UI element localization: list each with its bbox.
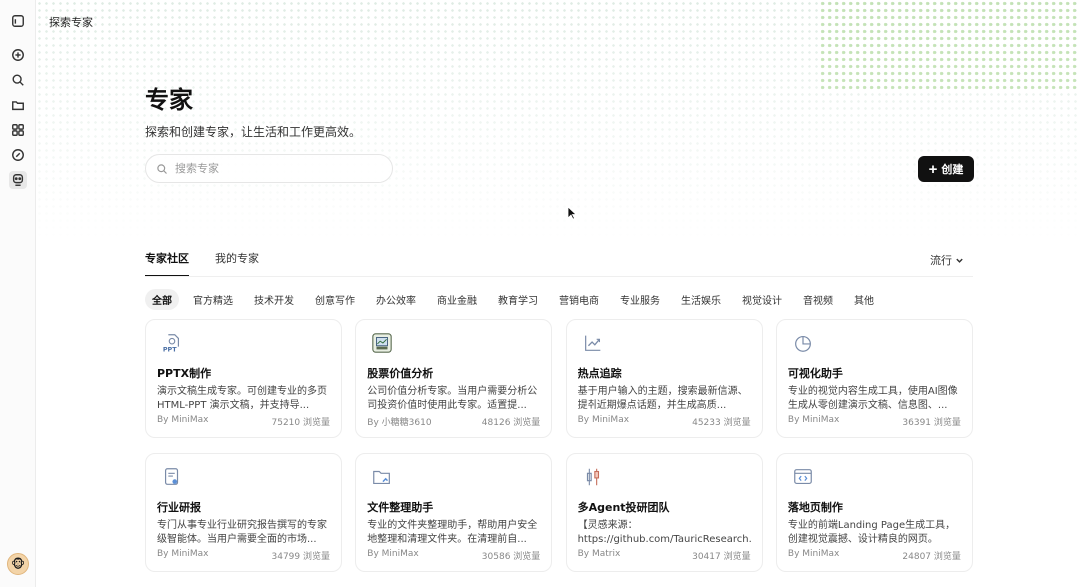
- create-button-label: 创建: [941, 164, 964, 176]
- card-author: By 小糖糖3610: [367, 418, 432, 428]
- card-author: By MiniMax: [787, 549, 840, 559]
- category-marketing[interactable]: 营销电商: [552, 289, 606, 310]
- expert-card[interactable]: 股票价值分析 公司价值分析专家。当用户需要分析公司投资价值时使用此专家。适置提.…: [355, 319, 553, 438]
- expert-card[interactable]: 行业研报 专门从事专业行业研究报告撰写的专家级智能体。当用户需要全面的市场...…: [145, 453, 342, 572]
- card-title: 落地页制作: [787, 501, 843, 514]
- category-finance[interactable]: 商业金融: [430, 289, 484, 310]
- decorative-dot-pattern: [819, 0, 1079, 90]
- page-title: 专家: [145, 86, 193, 114]
- expert-icon[interactable]: [9, 171, 27, 189]
- page-subtitle: 探索和创建专家，让生活和工作更高效。: [145, 125, 362, 139]
- search-icon[interactable]: [9, 71, 27, 89]
- card-title: 热点追踪: [577, 367, 622, 380]
- card-description: 演示文稿生成专家。可创建专业的多页 HTML-PPT 演示文稿，并支持导...: [157, 386, 327, 411]
- category-audio-video[interactable]: 音视频: [796, 289, 840, 310]
- edit-icon[interactable]: [9, 146, 27, 164]
- card-views: 36391 浏览量: [902, 418, 961, 428]
- expert-card[interactable]: PPT PPTX制作 演示文稿生成专家。可创建专业的多页 HTML-PPT 演示…: [145, 319, 342, 438]
- chevron-down-icon: [956, 258, 963, 263]
- decorative-dot-background: [36, 0, 1079, 240]
- mouse-cursor-icon: [567, 206, 577, 220]
- card-title: PPTX制作: [157, 367, 212, 380]
- card-views: 34799 浏览量: [271, 552, 331, 562]
- card-views: 75210 浏览量: [271, 418, 331, 428]
- layout-icon[interactable]: [9, 12, 27, 30]
- sidebar: 🐵: [0, 0, 36, 587]
- pie-chart-icon: [791, 331, 815, 355]
- expert-card[interactable]: 热点追踪 基于用户输入的主题，搜索最新信源、提취近期爆点话题，并生成高质... …: [565, 319, 763, 438]
- expert-card[interactable]: 多Agent投研团队 【灵感来源：https://github.com/Taur…: [565, 453, 763, 572]
- landing-page-icon: [791, 465, 815, 489]
- card-description: 专门从事专业行业研究报告撰写的专家级智能体。当用户需要全面的市场...: [157, 520, 327, 545]
- tab-bar: 专家社区 我的专家: [145, 250, 259, 277]
- category-office[interactable]: 办公效率: [369, 289, 423, 310]
- card-title: 股票价值分析: [367, 367, 434, 380]
- folder-clean-icon: [370, 465, 394, 489]
- category-filter: 全部 官方精选 技术开发 创意写作 办公效率 商业金融 教育学习 营销电商 专业…: [145, 289, 888, 310]
- card-description: 专业的前端Landing Page生成工具，创建视觉震撼、设计精良的网页。: [787, 520, 956, 545]
- card-author: By MiniMax: [577, 415, 630, 425]
- category-professional[interactable]: 专业服务: [613, 289, 667, 310]
- card-description: 专业的文件夹整理助手，帮助用户安全地整理和清理文件夹。在清理前自...: [367, 520, 538, 545]
- category-education[interactable]: 教育学习: [491, 289, 545, 310]
- card-views: 45233 浏览量: [692, 418, 751, 428]
- card-author: By Matrix: [577, 549, 621, 559]
- plus-icon: +: [928, 160, 938, 178]
- card-title: 可视化助手: [787, 367, 843, 380]
- category-lifestyle[interactable]: 生活娱乐: [674, 289, 728, 310]
- category-visual-design[interactable]: 视觉设计: [735, 289, 789, 310]
- card-views: 48126 浏览量: [481, 418, 541, 428]
- card-description: 基于用户输入的主题，搜索最新信源、提취近期爆点话题，并生成高质...: [577, 386, 748, 411]
- avatar[interactable]: 🐵: [7, 553, 29, 575]
- card-title: 文件整理助手: [367, 501, 434, 514]
- create-button[interactable]: + 创建: [918, 156, 974, 182]
- svg-text:PPT: PPT: [163, 345, 177, 353]
- folder-icon[interactable]: [9, 96, 27, 114]
- expert-card[interactable]: 文件整理助手 专业的文件夹整理助手，帮助用户安全地整理和清理文件夹。在清理前自.…: [355, 453, 553, 572]
- tab-my-experts[interactable]: 我的专家: [215, 250, 259, 276]
- report-icon: [160, 465, 184, 489]
- expert-card-grid: PPT PPTX制作 演示文稿生成专家。可创建专业的多页 HTML-PPT 演示…: [145, 319, 973, 587]
- category-other[interactable]: 其他: [847, 289, 881, 310]
- search-icon: [157, 163, 167, 174]
- sort-label: 流行: [930, 254, 952, 267]
- search-box[interactable]: [145, 154, 393, 183]
- card-title: 多Agent投研团队: [577, 501, 670, 514]
- trend-icon: [581, 331, 605, 355]
- expert-card[interactable]: 可视化助手 专业的视觉内容生成工具，使用AI图像生成从零创建演示文稿、信息图、.…: [775, 319, 973, 438]
- card-author: By MiniMax: [157, 415, 209, 425]
- card-title: 行业研报: [157, 501, 201, 514]
- category-writing[interactable]: 创意写作: [308, 289, 362, 310]
- candlestick-icon: [581, 465, 605, 489]
- card-description: 【灵感来源：https://github.com/TauricResearch.…: [577, 520, 751, 545]
- sort-dropdown[interactable]: 流行: [930, 252, 964, 268]
- tab-expert-community[interactable]: 专家社区: [145, 250, 189, 277]
- card-author: By MiniMax: [157, 549, 209, 559]
- header-title: 探索专家: [49, 16, 93, 29]
- card-description: 专业的视觉内容生成工具，使用AI图像生成从零创建演示文稿、信息图、...: [787, 386, 958, 411]
- category-official[interactable]: 官方精选: [186, 289, 240, 310]
- card-views: 30586 浏览量: [481, 552, 541, 562]
- expert-card[interactable]: 落地页制作 专业的前端Landing Page生成工具，创建视觉震撼、设计精良的…: [775, 453, 973, 572]
- card-views: 24807 浏览量: [902, 552, 961, 562]
- search-input[interactable]: [175, 162, 375, 175]
- tab-divider: [145, 276, 973, 277]
- category-tech[interactable]: 技术开发: [247, 289, 301, 310]
- card-author: By MiniMax: [367, 549, 419, 559]
- new-chat-icon[interactable]: [9, 46, 27, 64]
- card-author: By MiniMax: [787, 415, 840, 425]
- card-description: 公司价值分析专家。当用户需要分析公司投资价值时使用此专家。适置提...: [367, 386, 538, 411]
- apps-icon[interactable]: [9, 121, 27, 139]
- stock-icon: [370, 331, 394, 355]
- ppt-icon: PPT: [160, 331, 184, 355]
- category-all[interactable]: 全部: [145, 289, 179, 310]
- card-views: 30417 浏览量: [692, 552, 751, 562]
